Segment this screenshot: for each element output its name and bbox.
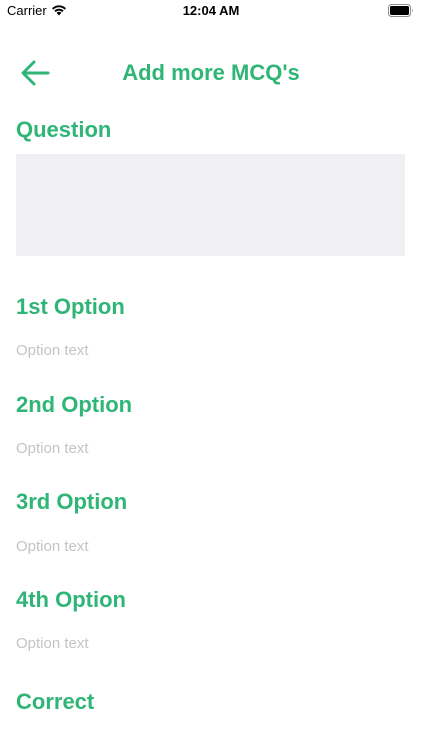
option-2-input[interactable]: [16, 436, 405, 460]
option-4-label: 4th Option: [16, 587, 126, 612]
option-2-label: 2nd Option: [16, 392, 133, 417]
option-1-label: 1st Option: [16, 294, 125, 319]
question-label: Question: [16, 117, 112, 142]
option-1-input[interactable]: [16, 338, 405, 362]
question-input[interactable]: [16, 154, 405, 256]
option-3-label: 3rd Option: [16, 489, 128, 514]
status-time: 12:04 AM: [182, 3, 240, 18]
option-4-input[interactable]: [16, 631, 405, 655]
status-bar: Carrier 12:04 AM: [0, 0, 422, 22]
correct-answer-label: Correct: [16, 689, 95, 714]
battery-icon: [388, 4, 413, 17]
navigation-bar: Add more MCQ's: [0, 50, 422, 96]
option-3-input[interactable]: [16, 534, 405, 558]
page-title: Add more MCQ's: [122, 60, 300, 85]
